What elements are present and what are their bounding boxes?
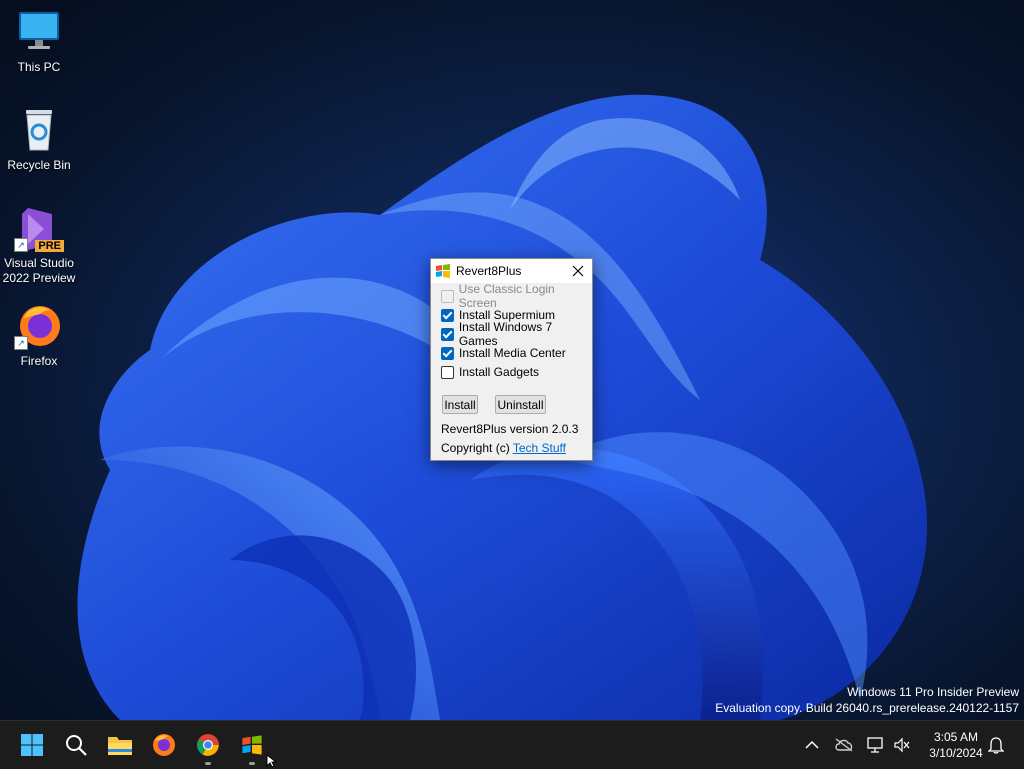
notifications-button[interactable] <box>986 735 1006 755</box>
option-classic-login[interactable]: Use Classic Login Screen <box>441 282 592 310</box>
monitor-icon <box>14 8 64 56</box>
recycle-bin-icon <box>14 106 64 154</box>
shortcut-arrow-icon: ↗ <box>14 336 28 350</box>
clock[interactable]: 3:05 AM 3/10/2024 <box>922 729 990 761</box>
start-button[interactable] <box>14 727 50 763</box>
dialog-title: Revert8Plus <box>456 264 522 278</box>
dialog-titlebar[interactable]: Revert8Plus <box>431 259 592 283</box>
revert8plus-icon <box>242 735 262 755</box>
firefox-icon: ↗ <box>14 302 64 350</box>
file-explorer-button[interactable] <box>102 727 138 763</box>
preview-badge: PRE <box>35 240 64 252</box>
desktop-icon-label: Visual Studio 2022 Preview <box>2 256 76 285</box>
revert8plus-dialog: Revert8Plus Use Classic Login Screen Ins… <box>430 258 593 461</box>
file-explorer-icon <box>108 737 132 755</box>
desktop-icon-label: This PC <box>17 60 61 74</box>
option-label: Use Classic Login Screen <box>458 282 555 310</box>
option-install-win7-games[interactable]: Install Windows 7 Games <box>441 320 592 348</box>
option-install-media-center[interactable]: Install Media Center <box>441 345 566 361</box>
search-icon <box>66 735 87 756</box>
desktop-icon-firefox[interactable]: ↗ Firefox <box>0 302 78 369</box>
copyright-prefix: Copyright (c) <box>441 441 510 455</box>
checkbox[interactable] <box>441 327 454 341</box>
desktop: This PC Recycle Bin PRE ↗ Visual Studio … <box>0 0 1024 720</box>
network-icon <box>867 737 883 753</box>
copyright-line: Copyright (c) Tech Stuff <box>441 441 566 455</box>
uninstall-button[interactable]: Uninstall <box>495 395 546 414</box>
chrome-taskbar-button[interactable] <box>190 727 226 765</box>
clock-time: 3:05 AM <box>933 730 979 744</box>
desktop-icon-label: Recycle Bin <box>7 158 71 172</box>
option-label: Install Windows 7 Games <box>458 320 553 348</box>
checkbox[interactable] <box>441 365 454 379</box>
option-install-gadgets[interactable]: Install Gadgets <box>441 364 539 380</box>
onedrive-tray-button[interactable] <box>834 735 854 755</box>
running-indicator <box>205 762 211 765</box>
close-icon <box>572 265 584 277</box>
chevron-up-icon <box>805 740 819 749</box>
chrome-icon <box>197 734 219 756</box>
option-label: Install Gadgets <box>459 365 540 379</box>
close-button[interactable] <box>564 259 592 283</box>
install-button[interactable]: Install <box>442 395 478 414</box>
volume-tray-button[interactable] <box>892 735 912 755</box>
checkbox[interactable] <box>441 308 454 322</box>
start-icon <box>21 734 43 756</box>
version-text: Revert8Plus version 2.0.3 <box>441 422 579 436</box>
firefox-icon <box>153 734 175 756</box>
taskbar: 3:05 AM 3/10/2024 <box>0 720 1024 769</box>
search-button[interactable] <box>58 727 94 763</box>
clock-date: 3/10/2024 <box>929 746 983 760</box>
checkbox[interactable] <box>441 346 454 360</box>
tech-stuff-link[interactable]: Tech Stuff <box>513 441 566 455</box>
watermark-line-2: Evaluation copy. Build 26040.rs_prerelea… <box>715 701 1019 715</box>
bell-icon <box>988 737 1004 754</box>
windows-flag-icon <box>435 263 451 279</box>
desktop-icon-recycle-bin[interactable]: Recycle Bin <box>0 106 78 173</box>
evaluation-watermark: Windows 11 Pro Insider Preview Evaluatio… <box>715 684 1019 716</box>
mouse-cursor-icon <box>266 754 278 768</box>
desktop-icon-label: Firefox <box>20 354 58 368</box>
network-tray-button[interactable] <box>866 735 886 755</box>
cloud-offline-icon <box>835 738 853 752</box>
option-label: Install Media Center <box>459 346 566 360</box>
volume-muted-icon <box>894 737 910 753</box>
firefox-taskbar-button[interactable] <box>146 727 182 763</box>
checkbox[interactable] <box>441 289 454 303</box>
shortcut-arrow-icon: ↗ <box>14 238 28 252</box>
revert8plus-taskbar-button[interactable] <box>234 727 270 765</box>
desktop-icon-visual-studio[interactable]: PRE ↗ Visual Studio 2022 Preview <box>0 204 78 286</box>
visual-studio-icon: PRE ↗ <box>14 204 64 252</box>
running-indicator <box>249 762 255 765</box>
desktop-icon-this-pc[interactable]: This PC <box>0 8 78 75</box>
watermark-line-1: Windows 11 Pro Insider Preview <box>847 685 1019 699</box>
show-hidden-icons-button[interactable] <box>802 735 822 755</box>
